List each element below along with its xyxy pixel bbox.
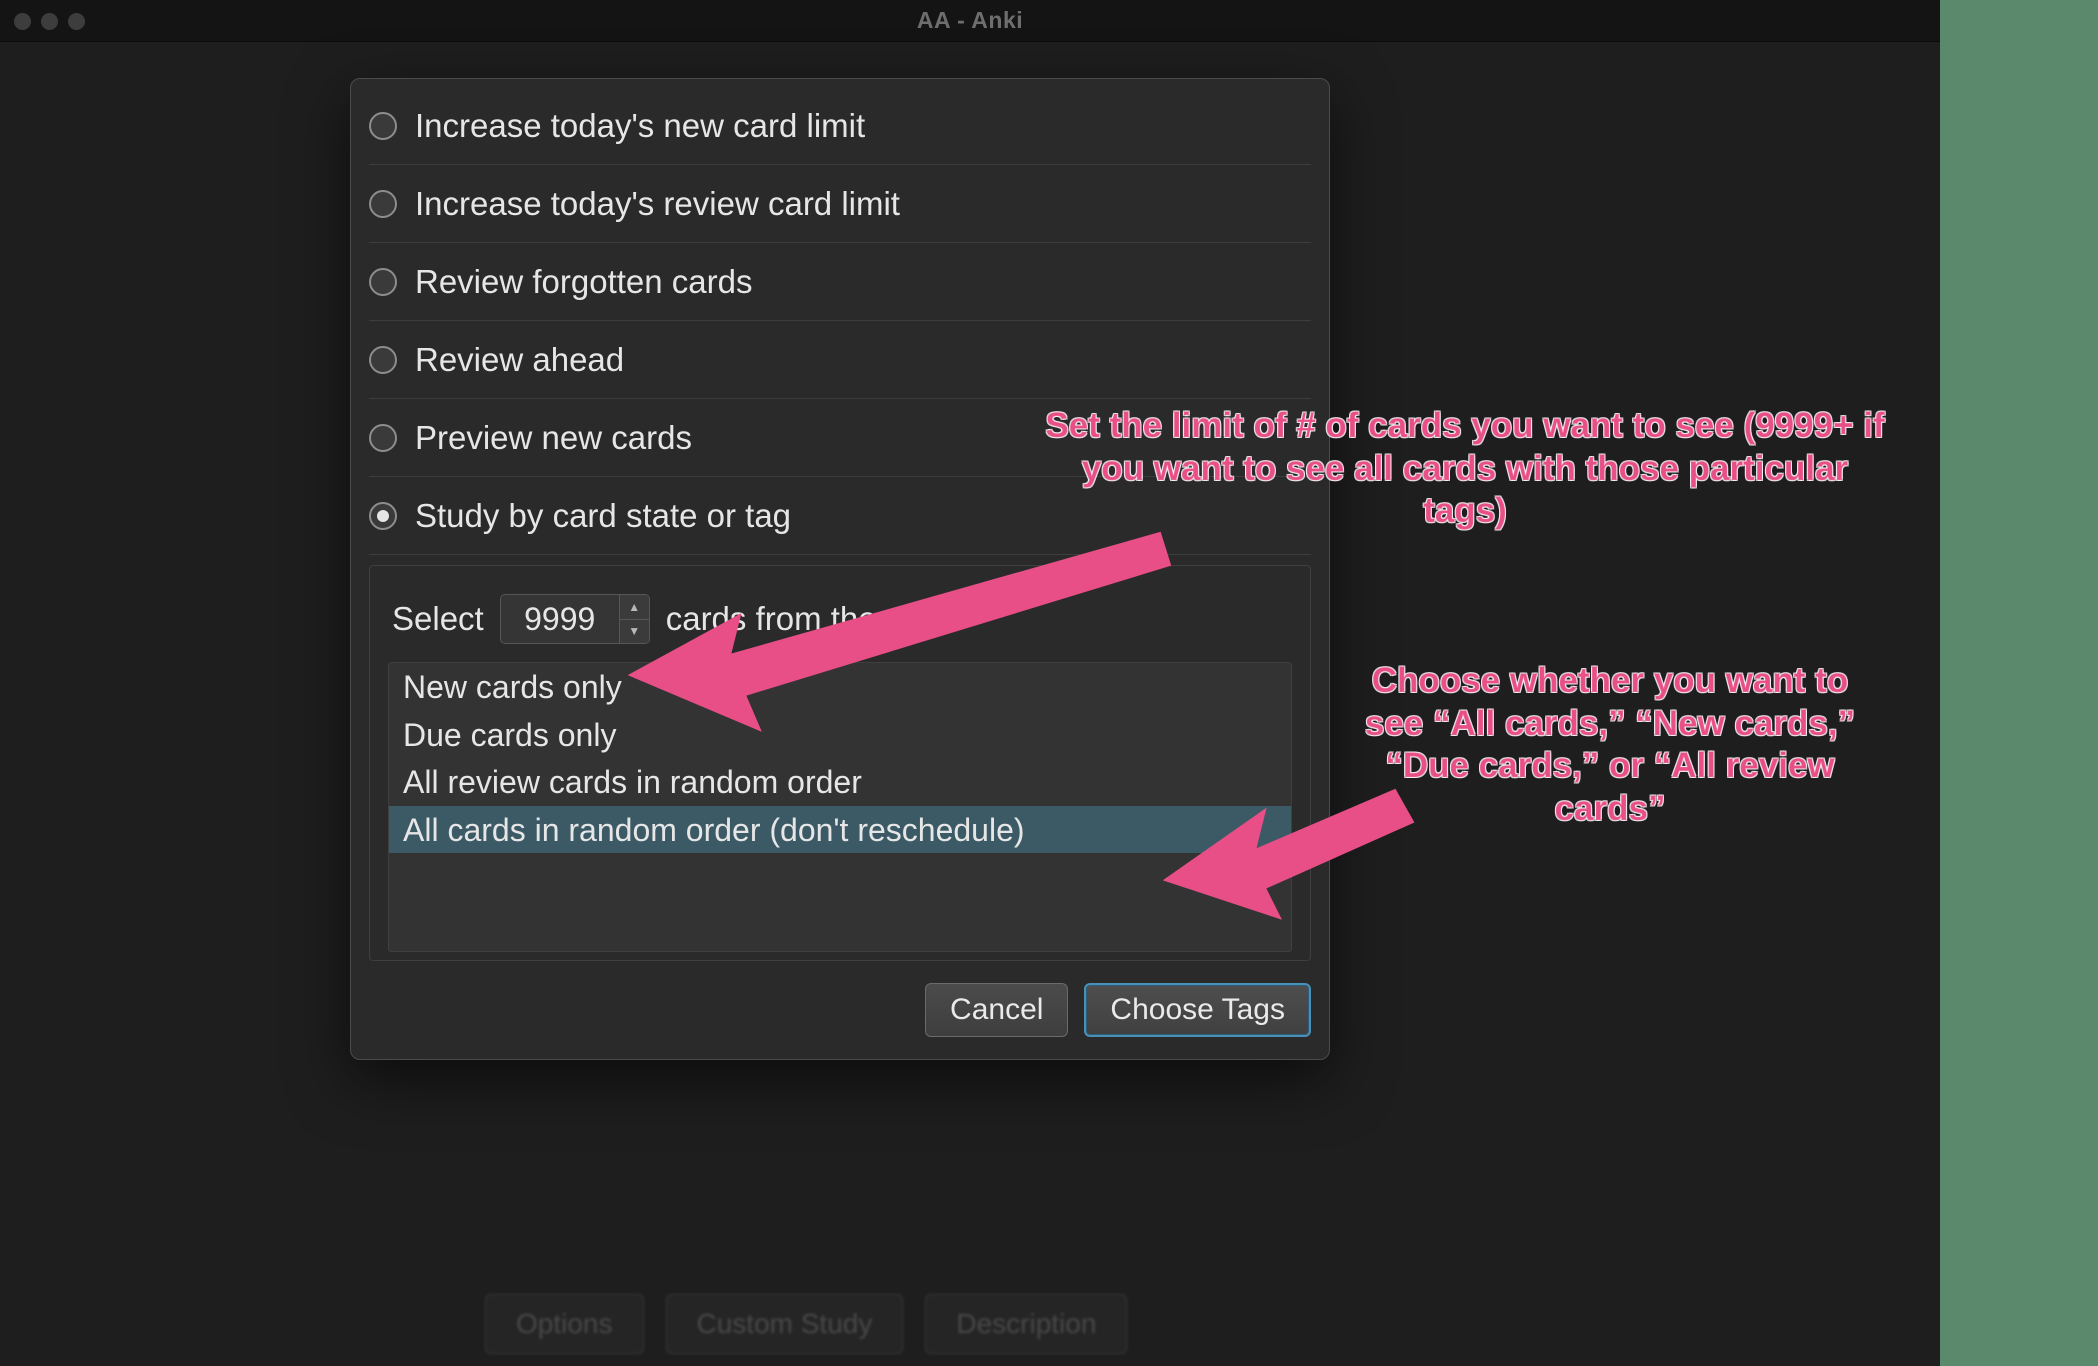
stepper-up-icon[interactable]: ▲ [620, 595, 649, 620]
radio-label: Review ahead [415, 341, 624, 379]
custom-study-button-bg: Custom Study [666, 1294, 904, 1354]
page-accent-stripe [1938, 0, 2098, 1366]
radio-icon[interactable] [369, 268, 397, 296]
close-window-icon[interactable] [14, 13, 31, 30]
radio-icon[interactable] [369, 502, 397, 530]
deck-action-buttons: Options Custom Study Description [485, 1294, 1127, 1354]
card-state-listbox[interactable]: New cards only Due cards only All review… [388, 662, 1292, 952]
radio-icon[interactable] [369, 190, 397, 218]
radio-increase-new-limit[interactable]: Increase today's new card limit [369, 87, 1311, 165]
anki-window: AA - Anki Options Custom Study Descripti… [0, 0, 1940, 1366]
radio-icon[interactable] [369, 346, 397, 374]
radio-label: Increase today's review card limit [415, 185, 900, 223]
description-button-bg: Description [925, 1294, 1127, 1354]
list-item[interactable]: New cards only [389, 663, 1291, 711]
list-item[interactable]: All cards in random order (don't resched… [389, 806, 1291, 854]
card-count-line: Select ▲ ▼ cards from the deck [392, 594, 1292, 644]
radio-label: Review forgotten cards [415, 263, 753, 301]
card-count-input[interactable] [501, 595, 619, 643]
radio-label: Increase today's new card limit [415, 107, 865, 145]
dialog-footer: Cancel Choose Tags [351, 961, 1329, 1059]
window-titlebar: AA - Anki [0, 0, 1940, 42]
radio-review-forgotten[interactable]: Review forgotten cards [369, 243, 1311, 321]
radio-icon[interactable] [369, 112, 397, 140]
radio-preview-new[interactable]: Preview new cards [369, 399, 1311, 477]
radio-increase-review-limit[interactable]: Increase today's review card limit [369, 165, 1311, 243]
list-item[interactable]: Due cards only [389, 711, 1291, 759]
window-controls[interactable] [14, 0, 85, 42]
options-button-bg: Options [485, 1294, 644, 1354]
study-options-panel: Select ▲ ▼ cards from the deck New cards… [369, 565, 1311, 961]
zoom-window-icon[interactable] [68, 13, 85, 30]
select-prefix-label: Select [392, 600, 484, 638]
stepper-buttons: ▲ ▼ [619, 595, 649, 643]
radio-label: Preview new cards [415, 419, 692, 457]
stepper-down-icon[interactable]: ▼ [620, 620, 649, 644]
cancel-button[interactable]: Cancel [925, 983, 1068, 1037]
radio-review-ahead[interactable]: Review ahead [369, 321, 1311, 399]
dialog-body: Increase today's new card limit Increase… [351, 79, 1329, 961]
list-item[interactable]: All review cards in random order [389, 758, 1291, 806]
radio-study-by-state-tag[interactable]: Study by card state or tag [369, 477, 1311, 555]
window-title: AA - Anki [917, 7, 1023, 34]
custom-study-dialog: Increase today's new card limit Increase… [350, 78, 1330, 1060]
minimize-window-icon[interactable] [41, 13, 58, 30]
select-suffix-label: cards from the deck [666, 600, 956, 638]
card-count-stepper[interactable]: ▲ ▼ [500, 594, 650, 644]
choose-tags-button[interactable]: Choose Tags [1084, 983, 1311, 1037]
radio-label: Study by card state or tag [415, 497, 791, 535]
radio-icon[interactable] [369, 424, 397, 452]
